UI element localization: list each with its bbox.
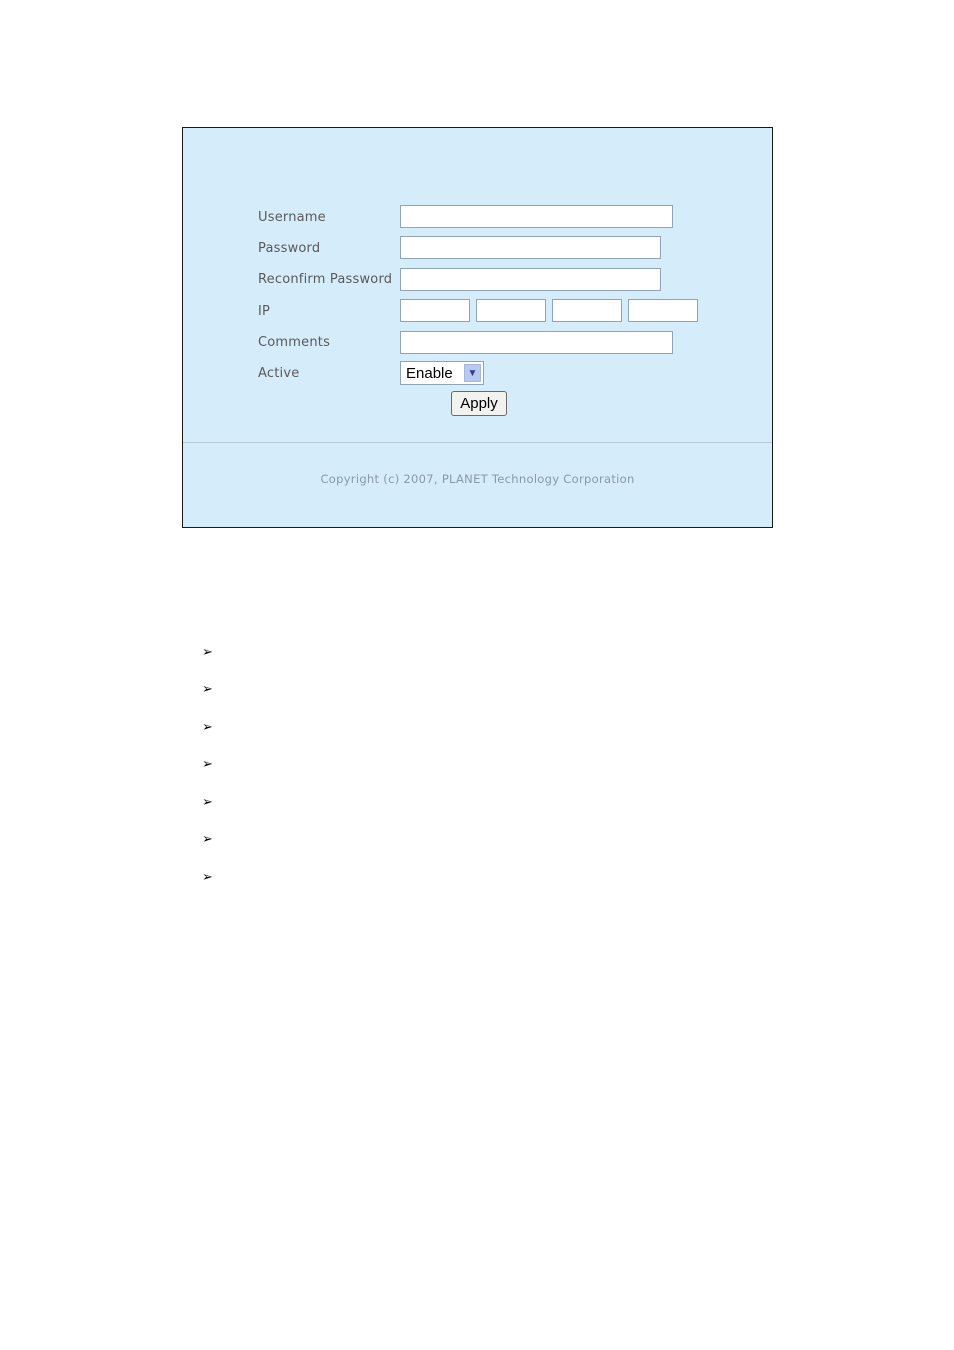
arrowhead-bullet-icon: ➢	[202, 757, 213, 772]
chevron-down-icon[interactable]: ▼	[464, 364, 481, 382]
arrowhead-bullet-icon: ➢	[202, 645, 213, 660]
arrowhead-bullet-icon: ➢	[202, 795, 213, 810]
username-label: Username	[258, 210, 326, 225]
active-label: Active	[258, 366, 300, 381]
apply-button[interactable]: Apply	[451, 391, 507, 416]
reconfirm-password-label: Reconfirm Password	[258, 272, 393, 287]
active-select-value: Enable	[406, 365, 453, 382]
divider	[183, 442, 772, 443]
arrowhead-bullet-icon: ➢	[202, 870, 213, 885]
arrowhead-bullet-icon: ➢	[202, 682, 213, 697]
active-select[interactable]: Enable ▼	[400, 361, 484, 385]
username-input[interactable]	[400, 205, 673, 228]
ip-label: IP	[258, 304, 271, 319]
ip-octet-3-input[interactable]	[552, 299, 622, 322]
reconfirm-password-input[interactable]	[400, 268, 661, 291]
password-input[interactable]	[400, 236, 661, 259]
comments-label: Comments	[258, 335, 331, 350]
ip-octet-1-input[interactable]	[400, 299, 470, 322]
arrowhead-bullet-icon: ➢	[202, 832, 213, 847]
comments-input[interactable]	[400, 331, 673, 354]
ip-octet-2-input[interactable]	[476, 299, 546, 322]
password-label: Password	[258, 241, 321, 256]
arrowhead-bullet-icon: ➢	[202, 720, 213, 735]
user-settings-panel: Username Password Reconfirm Password IP …	[182, 127, 773, 528]
ip-octet-4-input[interactable]	[628, 299, 698, 322]
copyright-text: Copyright (c) 2007, PLANET Technology Co…	[320, 472, 635, 486]
